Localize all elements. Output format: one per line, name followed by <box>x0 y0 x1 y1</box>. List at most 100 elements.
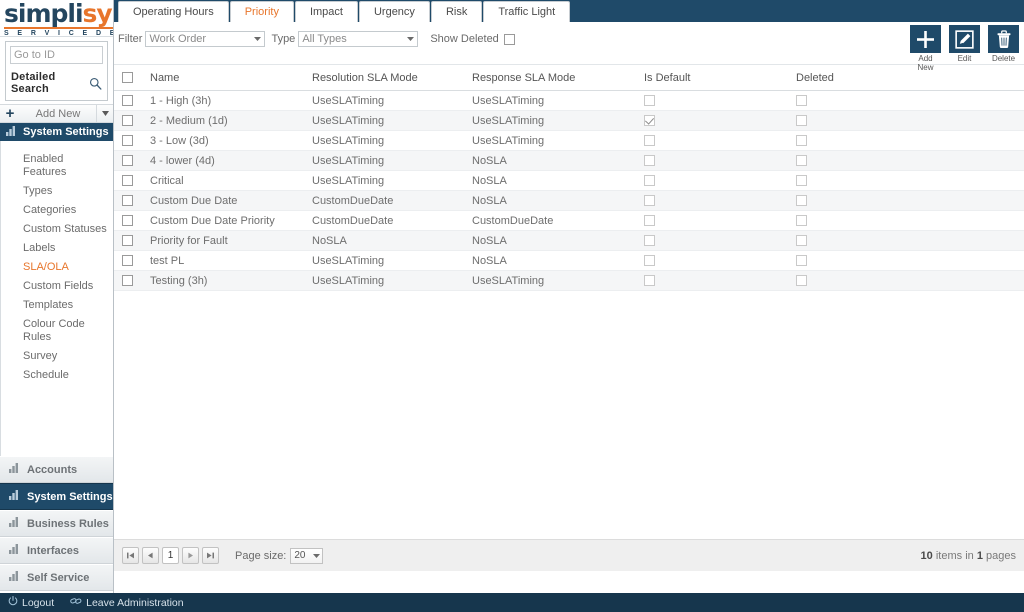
table-row[interactable]: 4 - lower (4d) UseSLATiming NoSLA <box>114 150 1024 171</box>
sidebar-item-categories[interactable]: Categories <box>1 201 113 220</box>
table-row[interactable]: 2 - Medium (1d) UseSLATiming UseSLATiming <box>114 110 1024 131</box>
deleted-checkbox[interactable] <box>796 155 807 167</box>
cell-resolution-sla-mode: UseSLATiming <box>312 130 472 151</box>
deleted-checkbox[interactable] <box>796 175 807 187</box>
is-default-checkbox[interactable] <box>644 155 655 167</box>
type-select-value: All Types <box>302 33 347 45</box>
sidebar-nav-accounts[interactable]: Accounts <box>0 456 113 483</box>
detailed-search-button[interactable]: Detailed Search <box>10 71 103 97</box>
table-row[interactable]: Testing (3h) UseSLATiming UseSLATiming <box>114 270 1024 291</box>
current-page-number[interactable]: 1 <box>162 547 179 564</box>
table-row[interactable]: 1 - High (3h) UseSLATiming UseSLATiming <box>114 90 1024 111</box>
header-is-default[interactable]: Is Default <box>644 65 796 91</box>
select-all-checkbox[interactable] <box>122 72 133 84</box>
sidebar-nav-interfaces[interactable]: Interfaces <box>0 537 113 564</box>
is-default-checkbox[interactable] <box>644 195 655 207</box>
show-deleted-checkbox[interactable] <box>503 33 515 45</box>
row-select-checkbox[interactable] <box>122 195 133 207</box>
row-select-checkbox[interactable] <box>122 155 133 167</box>
deleted-checkbox-cell <box>796 130 1024 151</box>
sidebar-item-types[interactable]: Types <box>1 182 113 201</box>
sidebar-sub-list: Enabled Features Types Categories Custom… <box>0 141 113 456</box>
first-page-icon[interactable] <box>122 547 139 564</box>
header-resolution-sla-mode[interactable]: Resolution SLA Mode <box>312 65 472 91</box>
next-page-icon[interactable] <box>182 547 199 564</box>
is-default-checkbox[interactable] <box>644 115 655 127</box>
table-row[interactable]: Custom Due Date CustomDueDate NoSLA <box>114 190 1024 211</box>
deleted-checkbox[interactable] <box>796 195 807 207</box>
table-row[interactable]: 3 - Low (3d) UseSLATiming UseSLATiming <box>114 130 1024 151</box>
tab-urgency[interactable]: Urgency <box>358 1 430 22</box>
table-row[interactable]: Custom Due Date Priority CustomDueDate Cus… <box>114 210 1024 231</box>
tab-impact[interactable]: Impact <box>294 1 358 22</box>
tab-operating-hours[interactable]: Operating Hours <box>118 1 229 22</box>
sidebar-item-custom-statuses[interactable]: Custom Statuses <box>1 220 113 239</box>
row-select-checkbox[interactable] <box>122 95 133 107</box>
sidebar-item-templates[interactable]: Templates <box>1 296 113 315</box>
row-select-checkbox[interactable] <box>122 215 133 227</box>
is-default-checkbox[interactable] <box>644 255 655 267</box>
header-response-sla-mode[interactable]: Response SLA Mode <box>472 65 644 91</box>
sidebar-nav-system-settings[interactable]: System Settings <box>0 483 113 510</box>
type-select[interactable]: All Types <box>298 31 419 47</box>
deleted-checkbox-cell <box>796 230 1024 251</box>
cell-name: Critical <box>150 170 312 191</box>
deleted-checkbox[interactable] <box>796 215 807 227</box>
sidebar-item-enabled-features[interactable]: Enabled Features <box>1 150 113 182</box>
is-default-checkbox[interactable] <box>644 135 655 147</box>
table-row[interactable]: Critical UseSLATiming NoSLA <box>114 170 1024 191</box>
add-new-button[interactable]: + Add New <box>0 104 113 123</box>
caret-down-icon <box>310 553 322 558</box>
deleted-checkbox[interactable] <box>796 95 807 107</box>
show-deleted-control[interactable]: Show Deleted <box>430 33 515 45</box>
add-new-caret-icon[interactable] <box>96 105 113 122</box>
logo-primary-text: simpli <box>4 0 84 28</box>
filter-select[interactable]: Work Order <box>145 31 266 47</box>
deleted-checkbox[interactable] <box>796 255 807 267</box>
sidebar-item-sla-ola[interactable]: SLA/OLA <box>1 258 113 277</box>
deleted-checkbox[interactable] <box>796 275 807 287</box>
is-default-checkbox[interactable] <box>644 95 655 107</box>
tab-priority[interactable]: Priority <box>229 1 294 22</box>
row-select-cell <box>114 150 150 171</box>
is-default-checkbox[interactable] <box>644 275 655 287</box>
tab-traffic-light[interactable]: Traffic Light <box>483 1 571 22</box>
row-select-checkbox[interactable] <box>122 275 133 287</box>
row-select-checkbox[interactable] <box>122 255 133 267</box>
sidebar-item-survey[interactable]: Survey <box>1 347 113 366</box>
header-name[interactable]: Name <box>150 65 312 91</box>
table-row[interactable]: test PL UseSLATiming NoSLA <box>114 250 1024 271</box>
sidebar-item-schedule[interactable]: Schedule <box>1 366 113 385</box>
deleted-checkbox[interactable] <box>796 135 807 147</box>
sidebar-item-labels[interactable]: Labels <box>1 239 113 258</box>
row-select-checkbox[interactable] <box>122 175 133 187</box>
page-size-select[interactable]: 20 <box>290 547 324 564</box>
deleted-checkbox[interactable] <box>796 235 807 247</box>
delete-button[interactable]: Delete <box>988 25 1019 72</box>
sidebar-item-colour-code-rules[interactable]: Colour Code Rules <box>1 315 101 347</box>
sidebar: simplisys S E R V I C E D E S K Detailed… <box>0 0 114 593</box>
prev-page-icon[interactable] <box>142 547 159 564</box>
is-default-checkbox[interactable] <box>644 215 655 227</box>
tab-risk[interactable]: Risk <box>430 1 483 22</box>
deleted-checkbox[interactable] <box>796 115 807 127</box>
last-page-icon[interactable] <box>202 547 219 564</box>
logout-button[interactable]: Logout <box>8 595 54 609</box>
brand-logo[interactable]: simplisys S E R V I C E D E S K <box>0 0 113 37</box>
cell-response-sla-mode: CustomDueDate <box>472 210 644 231</box>
edit-button[interactable]: Edit <box>949 25 980 72</box>
row-select-checkbox[interactable] <box>122 135 133 147</box>
power-icon <box>8 595 18 609</box>
table-row[interactable]: Priority for Fault NoSLA NoSLA <box>114 230 1024 251</box>
sidebar-nav-business-rules[interactable]: Business Rules <box>0 510 113 537</box>
goto-id-input[interactable] <box>10 46 103 64</box>
sidebar-nav-self-service[interactable]: Self Service <box>0 564 113 591</box>
sidebar-item-custom-fields[interactable]: Custom Fields <box>1 277 113 296</box>
row-select-checkbox[interactable] <box>122 115 133 127</box>
add-new-button[interactable]: Add New <box>910 25 941 72</box>
leave-administration-button[interactable]: Leave Administration <box>70 596 184 609</box>
deleted-checkbox-cell <box>796 90 1024 111</box>
is-default-checkbox[interactable] <box>644 235 655 247</box>
row-select-checkbox[interactable] <box>122 235 133 247</box>
is-default-checkbox[interactable] <box>644 175 655 187</box>
